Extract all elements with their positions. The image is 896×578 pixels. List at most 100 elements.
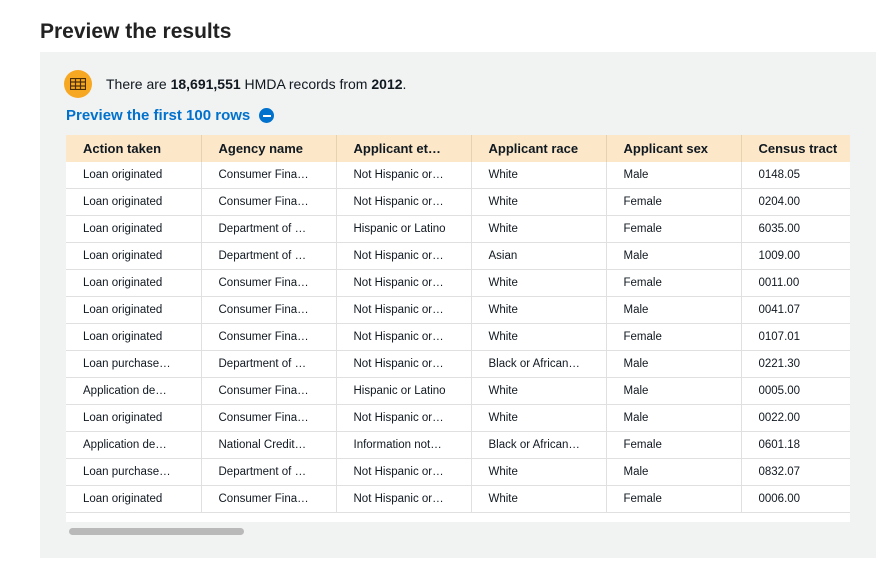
column-header[interactable]: Applicant race xyxy=(471,135,607,162)
table-row: Loan originated Consumer Fina… Not Hispani… xyxy=(66,162,850,189)
table-cell: Department of … xyxy=(201,350,337,378)
table-cell: 0107.01 xyxy=(741,323,850,351)
table-cell: Consumer Fina… xyxy=(201,377,337,405)
minus-circle-icon[interactable] xyxy=(259,108,275,123)
table-cell: Loan originated xyxy=(66,485,202,513)
table-row: Loan originated Consumer Fina… Not Hispani… xyxy=(66,296,850,324)
table-cell: White xyxy=(471,485,607,513)
table-cell: 0601.18 xyxy=(741,431,850,459)
table-cell: Male xyxy=(606,458,742,486)
table-cell: National Credit… xyxy=(201,431,337,459)
table-cell: Consumer Fina… xyxy=(201,404,337,432)
results-table-container[interactable]: Action taken Agency name Applicant et… Appl… xyxy=(66,135,850,522)
table-cell: Loan originated xyxy=(66,242,202,270)
table-cell: 0005.00 xyxy=(741,377,850,405)
table-row: Application de… Consumer Fina… Hispanic or… xyxy=(66,377,850,405)
table-cell: Not Hispanic or… xyxy=(336,188,472,216)
table-cell: Consumer Fina… xyxy=(201,485,337,513)
table-cell: Application de… xyxy=(66,377,202,405)
column-header[interactable]: Applicant sex xyxy=(606,135,742,162)
table-cell: Information not… xyxy=(336,431,472,459)
table-cell: Not Hispanic or… xyxy=(336,323,472,351)
table-cell: Department of … xyxy=(201,458,337,486)
table-cell: Loan originated xyxy=(66,404,202,432)
scrollbar-thumb[interactable] xyxy=(69,528,244,535)
record-count: 18,691,551 xyxy=(170,76,241,92)
table-cell: Not Hispanic or… xyxy=(336,404,472,432)
table-row: Loan originated Department of … Hispanic o… xyxy=(66,215,850,243)
table-cell: 0148.05 xyxy=(741,162,850,189)
table-row: Loan originated Consumer Fina… Not Hispani… xyxy=(66,485,850,513)
table-cell: White xyxy=(471,323,607,351)
preview-rows-label: Preview the first 100 rows xyxy=(66,107,251,124)
table-row: Loan originated Department of … Not Hispan… xyxy=(66,242,850,270)
table-row: Loan originated Consumer Fina… Not Hispani… xyxy=(66,404,850,432)
table-cell: 0041.07 xyxy=(741,296,850,324)
table-cell: Female xyxy=(606,431,742,459)
results-panel: There are 18,691,551 HMDA records from 2… xyxy=(40,52,876,558)
records-summary: There are 18,691,551 HMDA records from 2… xyxy=(64,70,406,98)
table-cell: White xyxy=(471,162,607,189)
summary-middle: HMDA records from xyxy=(240,76,372,92)
table-cell: Loan originated xyxy=(66,188,202,216)
table-cell: Not Hispanic or… xyxy=(336,350,472,378)
table-cell: White xyxy=(471,188,607,216)
column-header[interactable]: Applicant et… xyxy=(336,135,472,162)
preview-rows-toggle[interactable]: Preview the first 100 rows xyxy=(66,107,275,124)
table-cell: Not Hispanic or… xyxy=(336,242,472,270)
table-cell: Male xyxy=(606,242,742,270)
table-cell: Loan purchase… xyxy=(66,458,202,486)
table-cell: Hispanic or Latino xyxy=(336,377,472,405)
column-header[interactable]: Agency name xyxy=(201,135,337,162)
table-cell: Consumer Fina… xyxy=(201,162,337,189)
table-cell: Loan purchase… xyxy=(66,350,202,378)
table-cell: Black or African… xyxy=(471,431,607,459)
table-cell: Not Hispanic or… xyxy=(336,162,472,189)
column-header[interactable]: Action taken xyxy=(66,135,202,162)
table-cell: Black or African… xyxy=(471,350,607,378)
table-cell: White xyxy=(471,404,607,432)
table-row: Loan originated Consumer Fina… Not Hispani… xyxy=(66,323,850,351)
horizontal-scrollbar[interactable] xyxy=(66,527,850,537)
table-row: Loan originated Consumer Fina… Not Hispani… xyxy=(66,188,850,216)
table-cell: Female xyxy=(606,485,742,513)
table-cell: Consumer Fina… xyxy=(201,188,337,216)
table-cell: Male xyxy=(606,377,742,405)
table-cell: 0221.30 xyxy=(741,350,850,378)
table-cell: 0204.00 xyxy=(741,188,850,216)
table-cell: 0011.00 xyxy=(741,269,850,297)
table-cell: Female xyxy=(606,323,742,351)
table-cell: 1009.00 xyxy=(741,242,850,270)
table-cell: Loan originated xyxy=(66,296,202,324)
table-cell: Department of … xyxy=(201,242,337,270)
table-cell: White xyxy=(471,458,607,486)
table-body: Loan originated Consumer Fina… Not Hispani… xyxy=(66,162,850,513)
table-cell: Male xyxy=(606,404,742,432)
table-cell: 0022.00 xyxy=(741,404,850,432)
table-cell: Female xyxy=(606,215,742,243)
table-cell: White xyxy=(471,215,607,243)
table-cell: Not Hispanic or… xyxy=(336,458,472,486)
summary-suffix: . xyxy=(402,76,407,92)
table-cell: Consumer Fina… xyxy=(201,296,337,324)
table-cell: Asian xyxy=(471,242,607,270)
record-year: 2012 xyxy=(371,76,403,92)
table-row: Loan purchase… Department of … Not Hispani… xyxy=(66,350,850,378)
table-cell: Consumer Fina… xyxy=(201,269,337,297)
table-cell: Consumer Fina… xyxy=(201,323,337,351)
table-cell: Loan originated xyxy=(66,323,202,351)
table-cell: 0006.00 xyxy=(741,485,850,513)
table-row: Application de… National Credit… Informati… xyxy=(66,431,850,459)
column-header[interactable]: Census tract xyxy=(741,135,850,162)
table-cell: Application de… xyxy=(66,431,202,459)
table-cell: Not Hispanic or… xyxy=(336,296,472,324)
table-cell: Loan originated xyxy=(66,162,202,189)
table-row: Loan originated Consumer Fina… Not Hispani… xyxy=(66,269,850,297)
table-icon xyxy=(64,70,92,98)
table-cell: Not Hispanic or… xyxy=(336,269,472,297)
table-cell: Female xyxy=(606,188,742,216)
table-header-row: Action taken Agency name Applicant et… Appl… xyxy=(66,135,850,162)
table-cell: Male xyxy=(606,162,742,189)
table-cell: Male xyxy=(606,350,742,378)
table-row: Loan purchase… Department of … Not Hispani… xyxy=(66,458,850,486)
